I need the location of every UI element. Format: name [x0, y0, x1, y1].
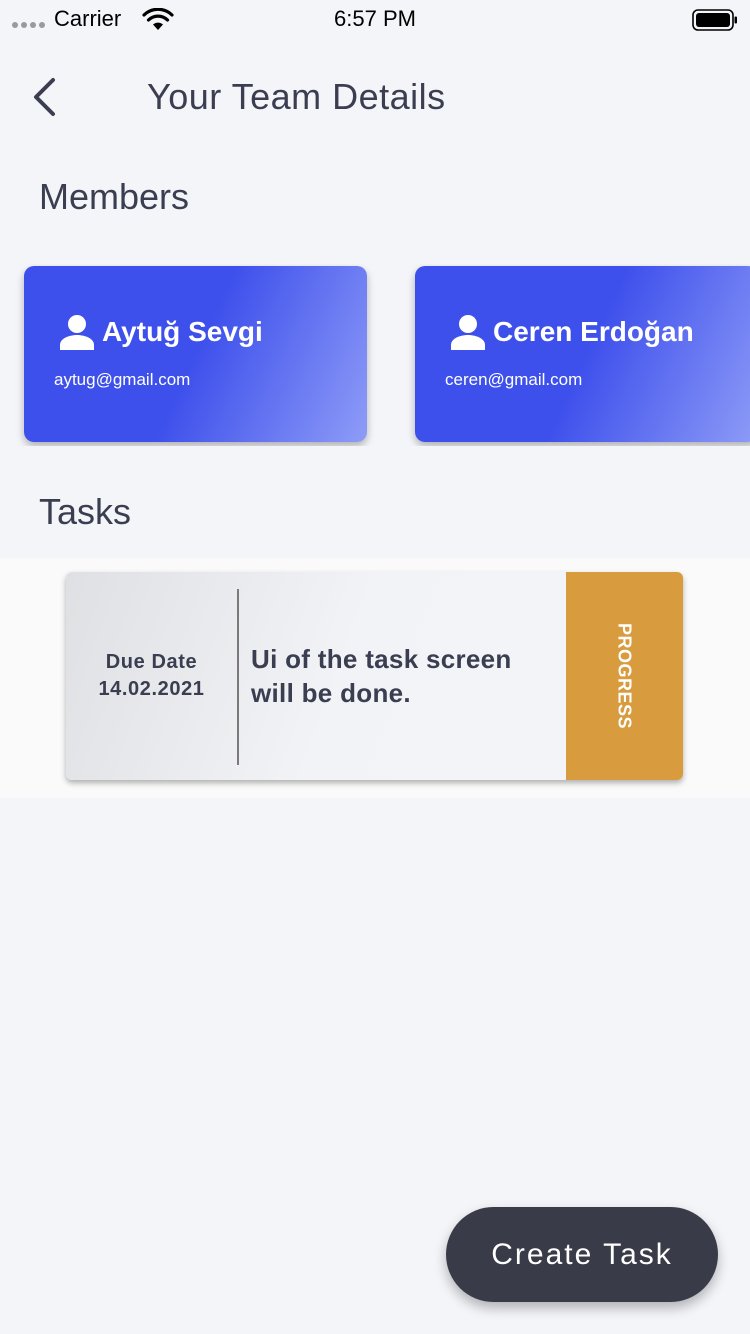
status-time: 6:57 PM	[334, 6, 416, 31]
task-card[interactable]: Due Date 14.02.2021 Ui of the task scree…	[66, 572, 683, 780]
member-card[interactable]: Ceren Erdoğan ceren@gmail.com	[415, 266, 750, 442]
member-email: ceren@gmail.com	[445, 370, 583, 389]
task-description: Ui of the task screen will be done.	[251, 644, 512, 708]
back-button[interactable]	[26, 74, 66, 120]
battery-icon	[692, 9, 737, 31]
task-status-badge[interactable]: PROGRESS	[566, 572, 683, 780]
task-due-date-block: Due Date 14.02.2021	[66, 572, 237, 780]
create-task-button[interactable]: Create Task	[446, 1207, 718, 1302]
members-list[interactable]: Aytuğ Sevgi aytug@gmail.com Ceren Erdoğa…	[0, 264, 750, 446]
task-divider	[237, 589, 239, 765]
member-name-row: Ceren Erdoğan	[451, 314, 694, 350]
member-name: Ceren Erdoğan	[493, 316, 694, 347]
task-due-label: Due Date	[105, 651, 198, 673]
chevron-left-icon	[34, 78, 55, 116]
person-icon	[60, 315, 94, 350]
tasks-list: Due Date 14.02.2021 Ui of the task scree…	[0, 558, 750, 798]
tasks-section-title: Tasks	[39, 491, 132, 532]
page-title: Your Team Details	[147, 76, 446, 117]
status-bar: Carrier 6:57 PM	[0, 0, 750, 40]
member-card[interactable]: Aytuğ Sevgi aytug@gmail.com	[24, 266, 367, 442]
members-section-title: Members	[39, 176, 190, 217]
member-name: Aytuğ Sevgi	[102, 316, 263, 347]
member-email: aytug@gmail.com	[54, 370, 191, 389]
task-due-date: 14.02.2021	[98, 678, 205, 700]
member-name-row: Aytuğ Sevgi	[60, 314, 263, 350]
task-status-label: PROGRESS	[614, 622, 635, 730]
person-icon	[451, 315, 485, 350]
